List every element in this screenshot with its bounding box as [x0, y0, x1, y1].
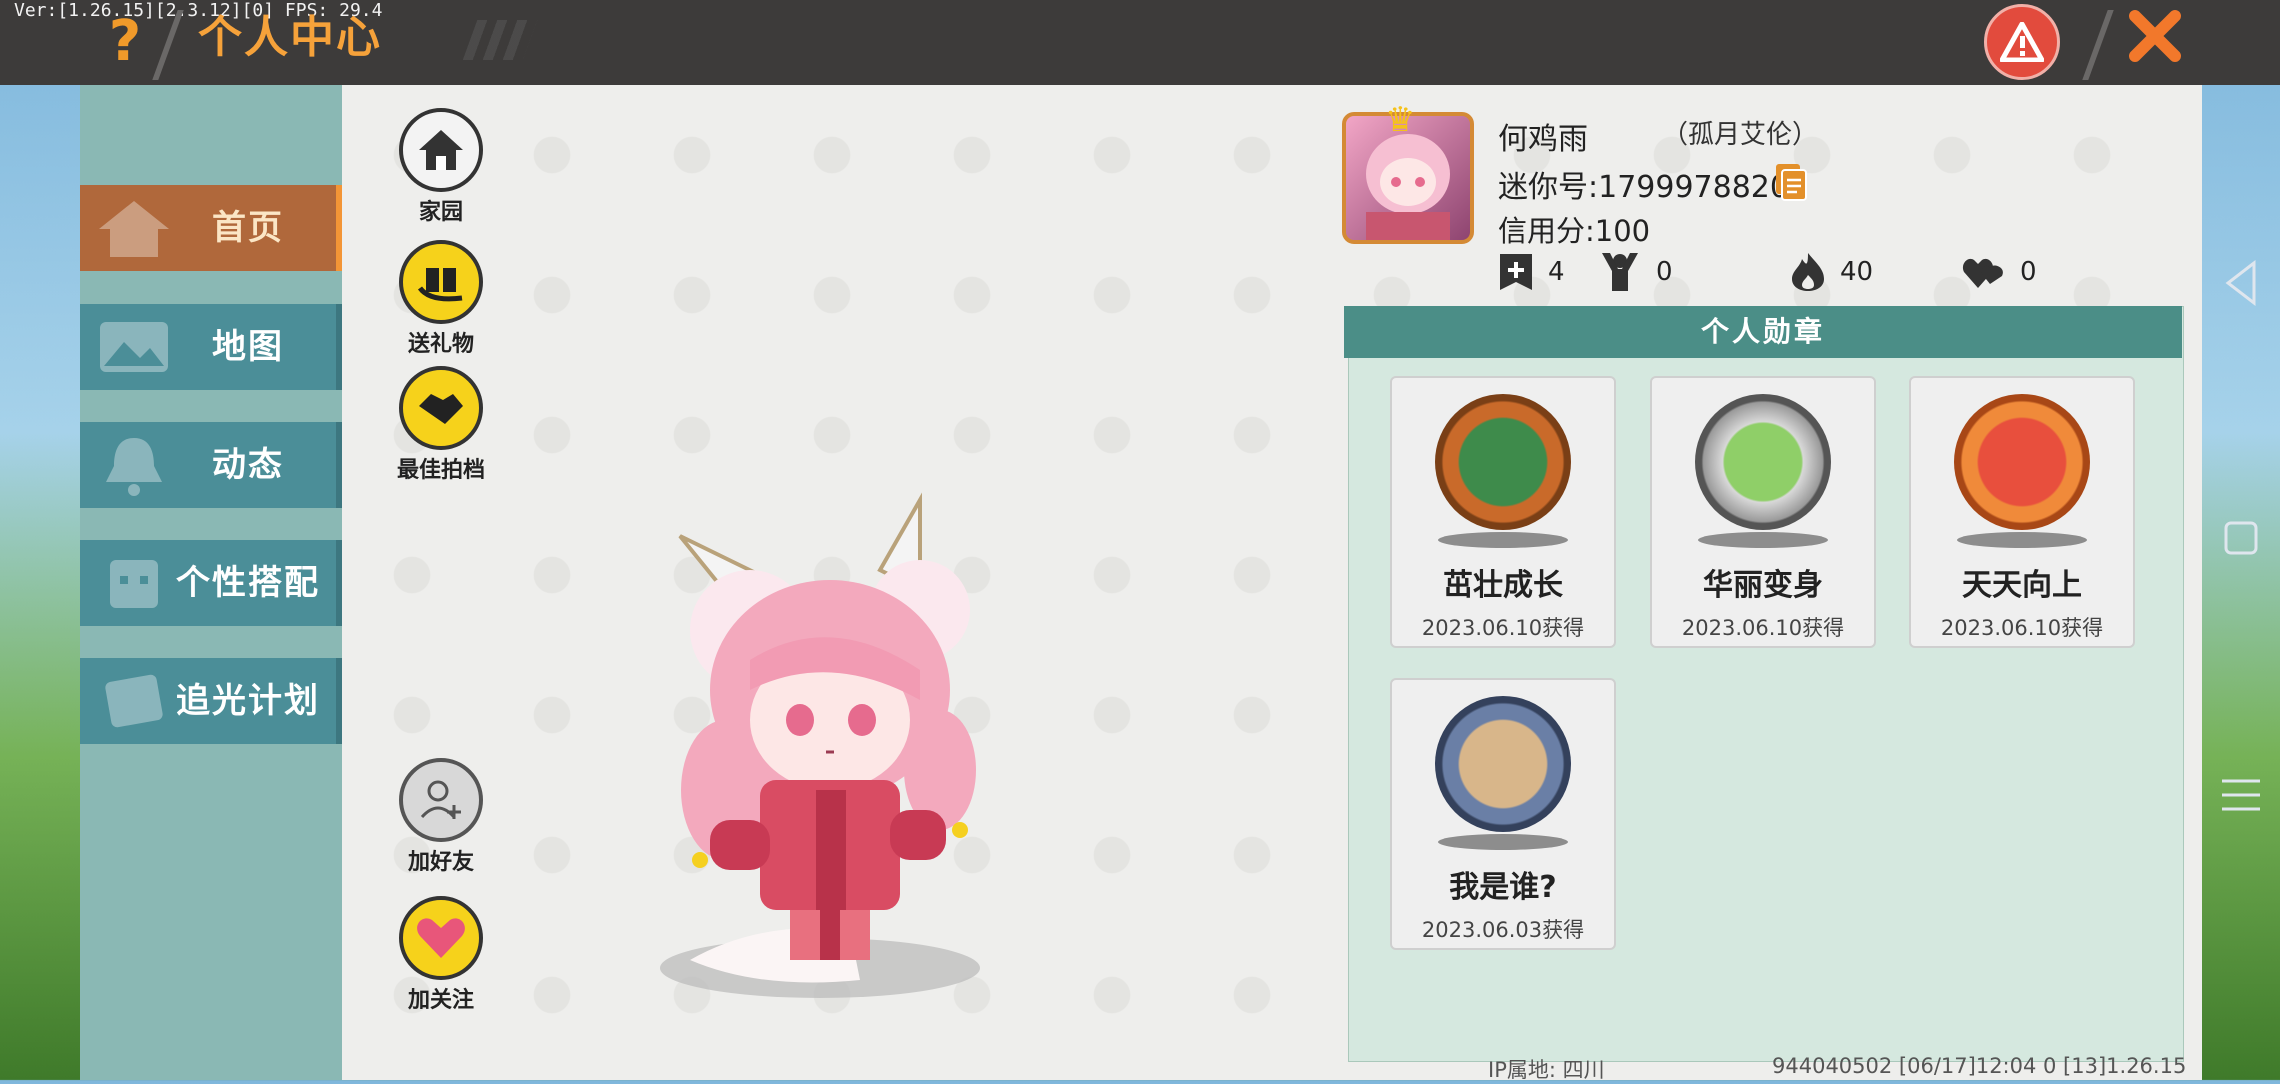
medal-name: 华丽变身 [1703, 568, 1823, 603]
medal-card[interactable]: 我是谁? 2023.06.03获得 [1390, 678, 1616, 950]
medal-date: 2023.06.10获得 [1940, 616, 2104, 640]
add-friend-label: 加好友 [407, 850, 474, 875]
stat-fans-value: 0 [1656, 257, 1673, 287]
handshake-icon [419, 394, 463, 424]
gift-label: 送礼物 [407, 332, 474, 357]
medal-shadow [1438, 834, 1568, 850]
medal-date: 2023.06.10获得 [1421, 616, 1585, 640]
nav-label: 首页 [212, 208, 284, 248]
stat-plus[interactable]: 4 [1498, 252, 1565, 292]
credit-score: 信用分:100 [1498, 214, 1651, 248]
warning-icon [2000, 22, 2044, 62]
stat-popularity[interactable]: 40 [1790, 252, 1873, 292]
fire-icon [1792, 253, 1824, 291]
partner-button-circle[interactable] [399, 366, 483, 450]
follow-action[interactable]: 加关注 [395, 896, 487, 1014]
stat-likes[interactable]: 0 [1962, 252, 2037, 292]
fans-icon [1602, 253, 1638, 291]
home-label: 家园 [418, 200, 463, 225]
medals-title: 个人勋章 [1344, 306, 2182, 358]
nav-label: 追光计划 [176, 681, 320, 721]
page-title: 个人中心 [198, 12, 382, 63]
stat-fans[interactable]: 0 [1598, 252, 1673, 292]
close-button[interactable] [2120, 6, 2190, 76]
medal-card[interactable]: 茁壮成长 2023.06.10获得 [1390, 376, 1616, 648]
nav-item-dynamic[interactable]: 动态 [80, 422, 342, 508]
nav-label: 地图 [212, 327, 284, 367]
nav-item-outfit[interactable]: 个性搭配 [80, 540, 342, 626]
medal-name: 茁壮成长 [1443, 568, 1563, 603]
player-character-3d-model[interactable] [620, 490, 1040, 1010]
nav-item-light-plan[interactable]: 追光计划 [80, 658, 342, 744]
bookmark-plus-icon [1500, 254, 1532, 290]
stat-popularity-value: 40 [1840, 257, 1874, 287]
player-nickname: （孤月艾伦） [1662, 120, 1819, 150]
medal-shadow [1957, 532, 2087, 548]
help-button[interactable]: ? [100, 12, 150, 72]
mini-id: 迷你号:1799978820 [1498, 170, 1789, 205]
medal-growth-icon [1435, 394, 1571, 530]
gift-action[interactable]: 送礼物 [395, 240, 487, 358]
stat-plus-value: 4 [1548, 257, 1565, 287]
copy-icon[interactable] [1774, 162, 1808, 202]
add-friend-icon [420, 780, 461, 819]
medal-date: 2023.06.10获得 [1681, 616, 1845, 640]
partner-label: 最佳拍档 [396, 458, 485, 483]
medal-card[interactable]: 华丽变身 2023.06.10获得 [1650, 376, 1876, 648]
medal-shadow [1698, 532, 1828, 548]
report-button[interactable] [1984, 4, 2060, 80]
medal-date: 2023.06.03获得 [1421, 918, 1585, 942]
gift-icon [417, 268, 463, 302]
hearts-icon [1962, 258, 2003, 288]
close-icon [2129, 10, 2181, 62]
heart-icon [417, 918, 465, 958]
stat-likes-value: 0 [2020, 257, 2037, 287]
add-friend-action[interactable]: 加好友 [395, 758, 487, 876]
player-name: 何鸡雨 [1498, 122, 1588, 157]
menu-icon[interactable] [2222, 779, 2260, 811]
follow-label: 加关注 [407, 988, 474, 1013]
nav-label: 个性搭配 [176, 563, 320, 603]
crown-icon: ♛ [1385, 100, 1416, 140]
nav-item-map[interactable]: 地图 [80, 304, 342, 390]
home-action[interactable]: 家园 [395, 108, 487, 226]
home-button-circle[interactable] [399, 108, 483, 192]
medal-who-am-i-icon [1435, 696, 1571, 832]
medal-name: 天天向上 [1962, 568, 2082, 603]
gift-button-circle[interactable] [399, 240, 483, 324]
house-icon [419, 130, 463, 170]
back-icon[interactable] [2225, 259, 2256, 307]
partner-action[interactable]: 最佳拍档 [395, 366, 487, 484]
build-info: 944040502 [06/17]12:04 0 [13]1.26.15 [1772, 1054, 2187, 1078]
home-system-icon[interactable] [2224, 521, 2258, 555]
medal-card[interactable]: 天天向上 2023.06.10获得 [1909, 376, 2135, 648]
medal-daily-up-icon [1954, 394, 2090, 530]
nav-item-home[interactable]: 首页 [80, 185, 342, 271]
system-nav-bar [2222, 259, 2260, 811]
medal-name: 我是谁? [1449, 870, 1557, 905]
add-friend-button-circle[interactable] [399, 758, 483, 842]
follow-button-circle[interactable] [399, 896, 483, 980]
medal-transform-icon [1695, 394, 1831, 530]
nav-label: 动态 [212, 445, 284, 485]
medal-shadow [1438, 532, 1568, 548]
